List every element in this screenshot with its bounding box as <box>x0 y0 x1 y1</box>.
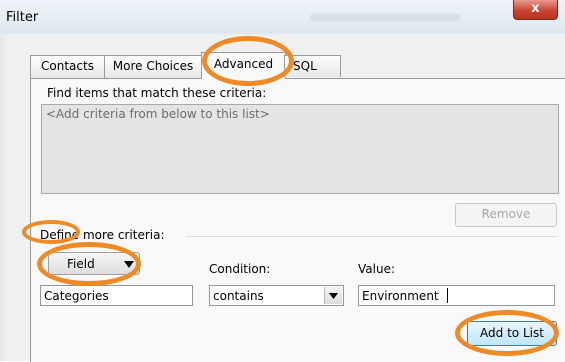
criteria-heading: Find items that match these criteria: <box>47 86 267 100</box>
remove-button-label: Remove <box>481 207 531 221</box>
criteria-list[interactable]: <Add criteria from below to this list> <box>41 104 559 194</box>
window-title: Filter <box>6 10 39 25</box>
tab-more-choices[interactable]: More Choices <box>104 55 202 78</box>
condition-dropdown[interactable]: contains <box>209 285 344 306</box>
title-bar: Filter x <box>0 0 565 34</box>
condition-selected-value: contains <box>213 289 264 303</box>
add-to-list-button[interactable]: Add to List <box>467 321 557 346</box>
tab-sql-label: SQL <box>293 59 317 73</box>
value-label: Value: <box>358 262 395 276</box>
section-divider <box>186 236 557 237</box>
close-icon: x <box>531 1 540 16</box>
define-criteria-heading: Define more criteria: <box>40 228 165 242</box>
blurred-title-background <box>310 14 460 21</box>
tab-more-choices-label: More Choices <box>112 59 194 73</box>
field-input-value: Categories <box>44 289 109 303</box>
triangle-down-icon <box>124 261 134 268</box>
value-input-text: Environment <box>362 289 439 303</box>
close-button[interactable]: x <box>513 0 558 20</box>
tab-sql[interactable]: SQL <box>284 55 341 77</box>
field-button[interactable]: Field <box>48 252 140 275</box>
remove-button[interactable]: Remove <box>455 203 557 227</box>
criteria-list-placeholder: <Add criteria from below to this list> <box>46 107 270 121</box>
left-edge <box>0 34 8 361</box>
condition-label: Condition: <box>209 262 271 276</box>
field-input[interactable]: Categories <box>40 285 193 306</box>
tab-contacts[interactable]: Contacts <box>30 55 105 78</box>
text-cursor <box>447 288 448 303</box>
value-input[interactable]: Environment <box>358 285 555 306</box>
tab-contacts-label: Contacts <box>41 59 94 73</box>
tab-advanced[interactable]: Advanced <box>201 52 286 79</box>
field-button-label: Field <box>67 257 95 271</box>
dropdown-arrow-icon[interactable] <box>324 287 342 304</box>
tab-advanced-label: Advanced <box>213 57 274 71</box>
add-to-list-label: Add to List <box>480 326 544 340</box>
